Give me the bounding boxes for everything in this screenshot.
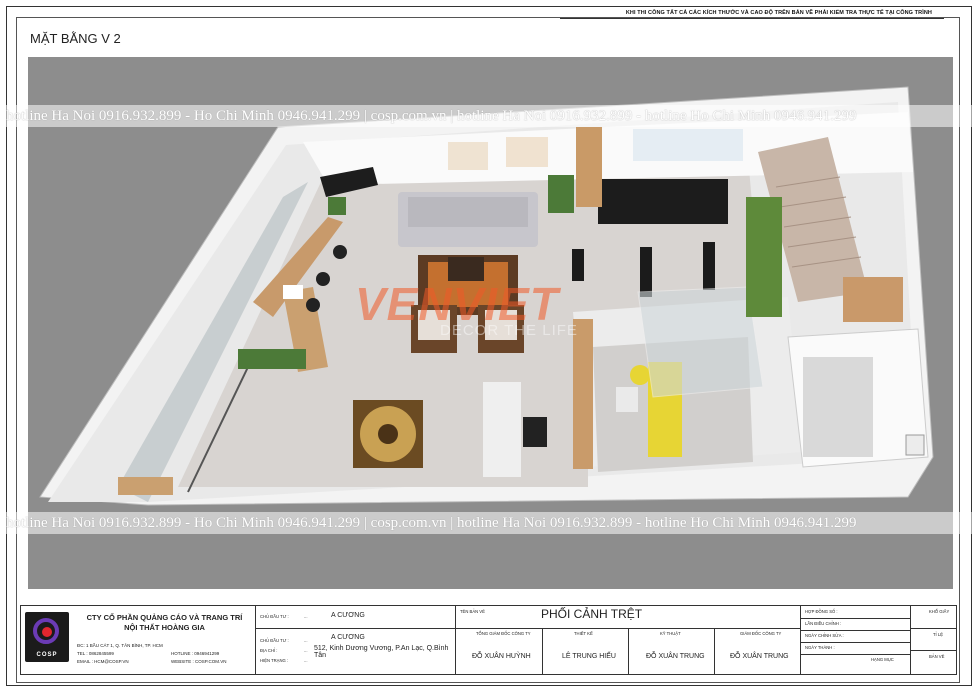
hotline-row: HOTLINE : 0946941299 — [171, 651, 219, 657]
role-label-1: TỔNG GIÁM ĐỐC CÔNG TY — [476, 631, 531, 636]
role-label-3: KỸ THUẬT — [660, 631, 681, 636]
drawing-cell: TÊN BẢN VẼ PHỐI CẢNH TRỆT TỔNG GIÁM ĐỐC … — [456, 606, 801, 674]
meta-row-2: LẦN ĐIỀU CHỈNH : — [805, 621, 842, 626]
company-name: CTY CỔ PHẦN QUẢNG CÁO VÀ TRANG TRÍ NỘI T… — [77, 613, 252, 633]
meta-row-4: NGÀY THÀNH : — [805, 645, 835, 650]
hotline-label: HOTLINE : — [171, 651, 194, 656]
tel-label: TEL : — [77, 651, 88, 656]
company-cell: COSP CTY CỔ PHẦN QUẢNG CÁO VÀ TRANG TRÍ … — [21, 606, 256, 674]
website-label: WEBSITE : — [171, 659, 194, 664]
brand-watermark-tagline: DECOR THE LIFE — [440, 322, 578, 339]
company-line-2: NỘI THẤT HOÀNG GIA — [124, 623, 205, 632]
meta-row-3: NGÀY CHỈNH SỬA : — [805, 633, 844, 638]
email-row: EMAIL : HCM@COSP.VN — [77, 659, 129, 665]
hotline-value: 0946941299 — [194, 651, 220, 656]
drawing-name-label: TÊN BẢN VẼ — [460, 609, 485, 614]
item-label: HIỆN TRẠNG : — [260, 658, 289, 663]
role-name-3: ĐỖ XUÂN TRUNG — [646, 653, 705, 660]
hotline-watermark-bottom: hotline Ha Noi 0916.932.899 - Ho Chi Min… — [0, 512, 980, 534]
role-name-4: ĐỖ XUÂN TRUNG — [730, 653, 789, 660]
location-label: ĐỊA CHỈ : — [260, 648, 278, 653]
title-block: COSP CTY CỔ PHẦN QUẢNG CÁO VÀ TRANG TRÍ … — [20, 605, 957, 675]
sheet-info-cell: KHỔ GIẤY TỈ LỆ BẢN VẼ — [911, 606, 956, 674]
role-name-1: ĐỖ XUÂN HUỲNH — [472, 653, 531, 660]
hotline-watermark-top: hotline Ha Noi 0916.932.899 - Ho Chi Min… — [0, 105, 980, 127]
tel-value: 0862845599 — [88, 651, 114, 656]
company-address: ĐC: 1 BẦU CÁT 1, Q. TÂN BÌNH, TP. HCM — [77, 643, 163, 648]
sheet-title: MẶT BẰNG V 2 — [30, 31, 121, 46]
meta-row-5: HẠNG MỤC — [871, 657, 894, 662]
owner-name: A CƯƠNG — [331, 612, 365, 619]
meta-row-1: HỢP ĐỒNG SỐ : — [805, 609, 838, 614]
company-logo: COSP — [25, 612, 69, 662]
location-value: 512, Kinh Dương Vương, P.An Lạc, Q.Bình … — [314, 645, 449, 659]
role-name-2: LÊ TRUNG HIẾU — [562, 653, 616, 660]
role-label-2: THIẾT KẾ — [574, 631, 593, 636]
tel-row: TEL : 0862845599 — [77, 651, 114, 657]
email-value: HCM@COSP.VN — [94, 659, 129, 664]
owner-cell: CHỦ ĐẦU TƯ : ... A CƯƠNG CHỦ ĐẦU TƯ : ..… — [256, 606, 456, 674]
scale-label: TỈ LỆ — [933, 632, 944, 637]
hotline-text: hotline Ha Noi 0916.932.899 - Ho Chi Min… — [6, 108, 857, 124]
top-note-line — [560, 18, 944, 19]
hotline-text: hotline Ha Noi 0916.932.899 - Ho Chi Min… — [6, 515, 857, 531]
owner-label: CHỦ ĐẦU TƯ : — [260, 614, 289, 619]
company-line-1: CTY CỔ PHẦN QUẢNG CÁO VÀ TRANG TRÍ — [86, 613, 243, 622]
website-value: COSP.COM.VN — [195, 659, 227, 664]
owner-label-2: CHỦ ĐẦU TƯ : — [260, 638, 289, 643]
meta-cell: HỢP ĐỒNG SỐ : LẦN ĐIỀU CHỈNH : NGÀY CHỈN… — [801, 606, 911, 674]
top-note: KHI THI CÔNG TẤT CẢ CÁC KÍCH THƯỚC VÀ CA… — [625, 10, 932, 16]
logo-text: COSP — [36, 652, 58, 658]
drawing-name: PHỐI CẢNH TRỆT — [541, 607, 643, 621]
sheet-number-label: BẢN VẼ — [929, 654, 945, 659]
website-row: WEBSITE : COSP.COM.VN — [171, 659, 226, 665]
role-label-4: GIÁM ĐỐC CÔNG TY — [740, 631, 782, 636]
paper-size-label: KHỔ GIẤY — [929, 609, 950, 614]
email-label: EMAIL : — [77, 659, 93, 664]
logo-dot-icon — [42, 627, 52, 637]
owner-name-2: A CƯƠNG — [331, 634, 365, 641]
